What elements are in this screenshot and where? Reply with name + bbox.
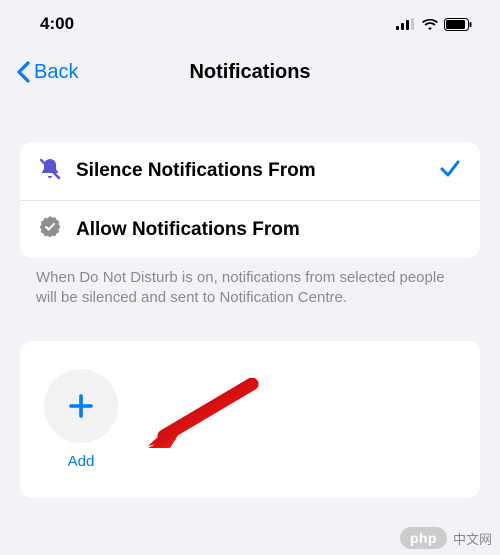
notification-mode-card: Silence Notifications From Allow Notific… — [20, 142, 480, 258]
status-time: 4:00 — [40, 14, 74, 34]
status-bar: 4:00 — [0, 0, 500, 48]
add-circle — [44, 369, 118, 443]
watermark-text: 中文网 — [453, 529, 492, 548]
allow-option[interactable]: Allow Notifications From — [20, 200, 480, 258]
watermark: php 中文网 — [400, 527, 492, 549]
checkmark-icon — [438, 157, 462, 186]
status-indicators — [396, 18, 472, 31]
cellular-icon — [396, 18, 416, 30]
silence-label: Silence Notifications From — [76, 160, 424, 182]
wifi-icon — [421, 18, 439, 31]
add-button[interactable]: Add — [44, 369, 118, 470]
battery-icon — [444, 18, 472, 31]
back-label: Back — [34, 61, 78, 84]
plus-icon — [67, 392, 95, 420]
watermark-badge: php — [400, 527, 447, 549]
allow-label: Allow Notifications From — [76, 219, 462, 241]
bell-slash-icon — [38, 157, 62, 186]
navigation-bar: Back Notifications — [0, 48, 500, 96]
chevron-left-icon — [16, 61, 30, 83]
people-card: Add — [20, 341, 480, 498]
add-label: Add — [68, 453, 95, 470]
seal-check-icon — [38, 215, 62, 244]
footer-description: When Do Not Disturb is on, notifications… — [20, 258, 480, 309]
silence-option[interactable]: Silence Notifications From — [20, 142, 480, 200]
back-button[interactable]: Back — [16, 61, 78, 84]
page-title: Notifications — [189, 61, 310, 84]
